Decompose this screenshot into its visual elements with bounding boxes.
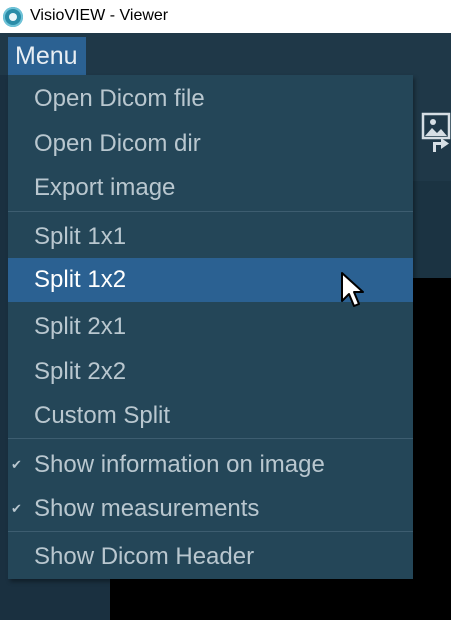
menu-item-split-2x1[interactable]: Split 2x1 — [8, 307, 413, 347]
window-title: VisioVIEW - Viewer — [30, 7, 169, 24]
title-bar: VisioVIEW - Viewer — [0, 0, 451, 33]
menu-item-label: Show information on image — [34, 451, 325, 478]
menu-item-show-measurements[interactable]: ✔ Show measurements — [8, 489, 413, 529]
mouse-pointer-icon — [341, 272, 364, 307]
checkmark-icon: ✔ — [11, 501, 22, 516]
menu-item-open-dicom-file[interactable]: Open Dicom file — [8, 79, 413, 119]
menu-button[interactable]: Menu — [8, 37, 86, 75]
menu-item-label: Open Dicom file — [34, 85, 205, 112]
menu-item-split-2x2[interactable]: Split 2x2 — [8, 352, 413, 392]
menu-item-label: Export image — [34, 174, 176, 201]
menu-item-label: Split 2x1 — [34, 313, 127, 340]
menu-bar: Menu — [0, 33, 451, 75]
menu-item-show-information-on-image[interactable]: ✔ Show information on image — [8, 445, 413, 485]
menu-item-label: Split 1x2 — [34, 266, 127, 293]
checkmark-icon: ✔ — [11, 457, 22, 472]
menu-item-split-1x1[interactable]: Split 1x1 — [8, 217, 413, 257]
menu-separator — [8, 438, 413, 439]
menu-item-show-dicom-header[interactable]: Show Dicom Header — [8, 537, 413, 577]
menu-item-label: Custom Split — [34, 402, 171, 429]
menu-item-label: Split 1x1 — [34, 223, 127, 250]
dropdown-menu: Open Dicom file Open Dicom dir Export im… — [8, 75, 413, 579]
menu-item-label: Open Dicom dir — [34, 130, 201, 157]
app-logo-icon — [3, 7, 23, 27]
menu-item-custom-split[interactable]: Custom Split — [8, 396, 413, 436]
menu-separator — [8, 211, 413, 212]
image-export-icon[interactable] — [421, 111, 451, 157]
menu-item-label: Split 2x2 — [34, 358, 127, 385]
toolbar — [412, 75, 451, 181]
menu-separator — [8, 531, 413, 532]
menu-item-export-image[interactable]: Export image — [8, 168, 413, 208]
menu-item-open-dicom-dir[interactable]: Open Dicom dir — [8, 124, 413, 164]
menu-item-label: Show Dicom Header — [34, 543, 255, 570]
menu-item-label: Show measurements — [34, 495, 260, 522]
